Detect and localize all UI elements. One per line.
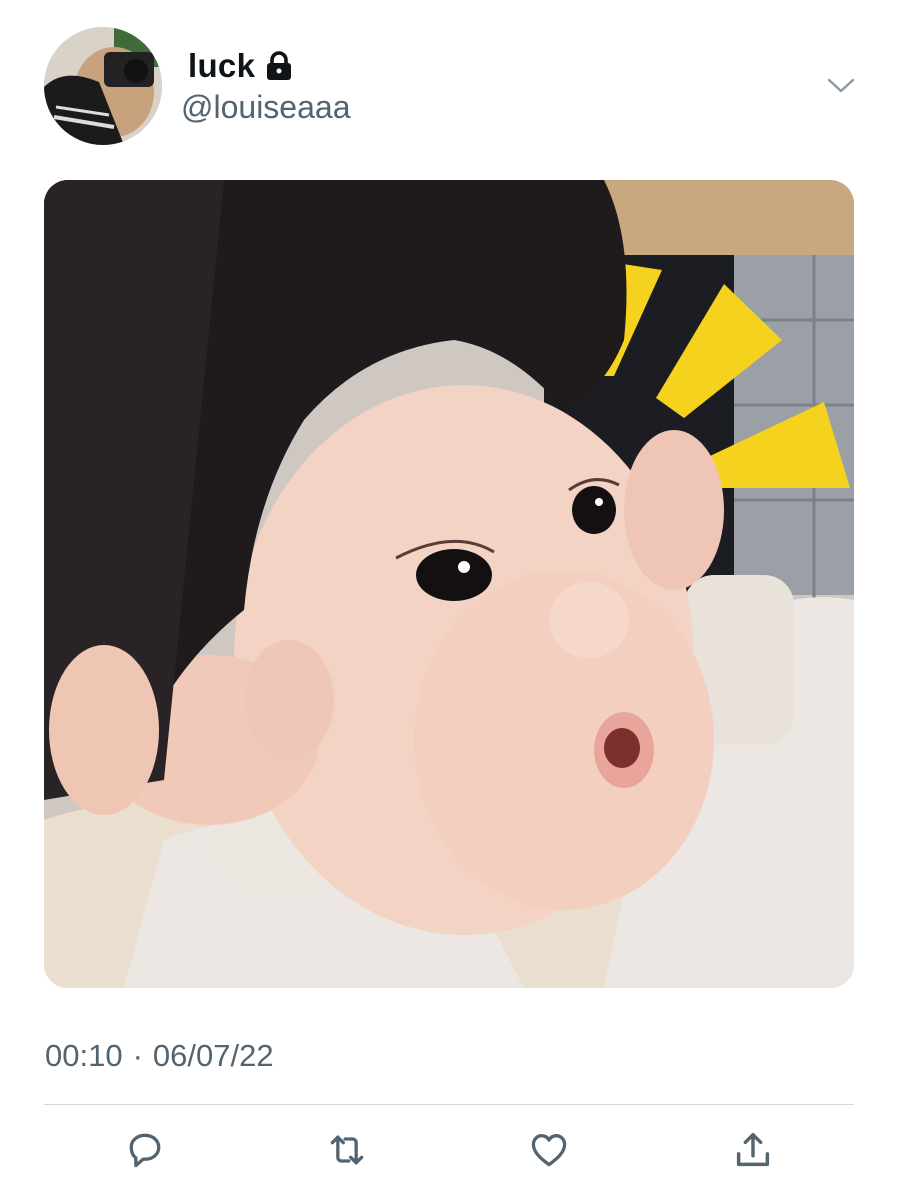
tweet-actions [0, 1125, 897, 1185]
tweet-timestamp[interactable]: 00:10 · 06/07/22 [45, 1038, 274, 1074]
tweet-date: 06/07/22 [152, 1038, 274, 1073]
retweet-icon [330, 1135, 364, 1165]
user-handle[interactable]: @louiseaaa [181, 89, 350, 126]
user-name-row: luck [188, 44, 295, 88]
divider [44, 1104, 854, 1105]
timestamp-separator: · [132, 1038, 143, 1073]
like-button[interactable] [524, 1125, 574, 1175]
avatar[interactable] [44, 27, 162, 145]
tweet-time: 00:10 [45, 1038, 123, 1073]
share-button[interactable] [728, 1125, 778, 1175]
reply-button[interactable] [120, 1125, 170, 1175]
tweet-photo[interactable] [44, 180, 854, 988]
heart-icon [531, 1134, 567, 1167]
lock-icon [265, 51, 295, 81]
retweet-button[interactable] [322, 1125, 372, 1175]
display-name[interactable]: luck [188, 47, 255, 85]
reply-icon [129, 1133, 161, 1168]
share-icon [736, 1132, 770, 1167]
chevron-down-icon[interactable] [824, 74, 858, 98]
